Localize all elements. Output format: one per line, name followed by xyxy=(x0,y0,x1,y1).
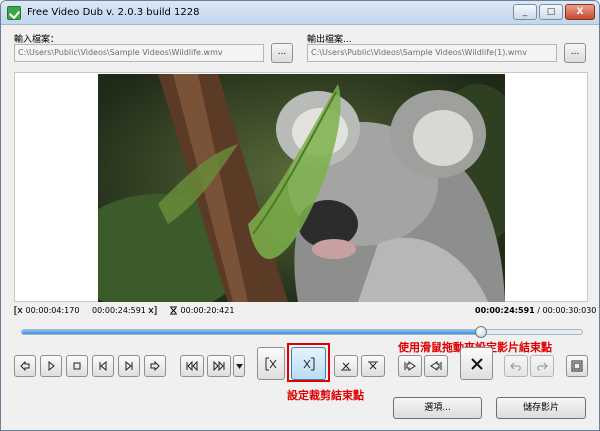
save-video-button[interactable]: 儲存影片 xyxy=(496,397,586,419)
title-bar: Free Video Dub v. 2.0.3 build 1228 _ □ X xyxy=(1,1,599,25)
fast-rewind-icon xyxy=(186,361,198,371)
fullscreen-icon xyxy=(571,360,583,372)
chevron-down-icon xyxy=(235,363,243,369)
end-point-readout: 00:00:24:591 xyxy=(92,305,157,316)
jump-end-icon xyxy=(430,361,442,371)
cut-length: 00:00:20:421 xyxy=(180,306,235,315)
start-point-readout: 00:00:04:170 xyxy=(14,305,80,316)
close-button[interactable]: X xyxy=(565,4,595,20)
cut-go-start-icon xyxy=(341,362,351,371)
start-time: 00:00:04:170 xyxy=(25,306,80,315)
set-start-point-button[interactable] xyxy=(257,347,285,380)
end-point-icon xyxy=(149,305,157,316)
start-point-icon xyxy=(14,305,23,316)
current-time: 00:00:24:591 xyxy=(475,306,535,315)
total-time: 00:00:30:030 xyxy=(542,306,597,315)
next-frame-button[interactable] xyxy=(144,355,166,377)
play-button[interactable] xyxy=(40,355,62,377)
koala-video-image xyxy=(98,74,505,302)
undo-icon xyxy=(510,362,521,371)
stop-button[interactable] xyxy=(66,355,88,377)
go-to-start-button[interactable] xyxy=(92,355,114,377)
stop-icon xyxy=(73,362,81,370)
video-frame-koala[interactable] xyxy=(98,74,505,302)
timeline-slider[interactable] xyxy=(21,326,583,338)
go-to-end-point-button[interactable] xyxy=(361,355,385,377)
delete-selection-button[interactable] xyxy=(460,347,493,380)
timeline-slider-thumb[interactable] xyxy=(475,326,488,338)
delete-x-icon xyxy=(470,357,483,370)
cut-length-readout: 00:00:20:421 xyxy=(169,306,234,315)
redo-icon xyxy=(537,362,548,371)
skip-start-icon xyxy=(99,361,107,371)
end-point-highlight-box xyxy=(287,343,330,382)
jump-to-start-point-button[interactable] xyxy=(398,355,422,377)
minimize-button[interactable]: _ xyxy=(513,4,537,20)
fullscreen-button[interactable] xyxy=(566,355,588,377)
previous-keyframe-button[interactable] xyxy=(180,355,204,377)
output-browse-button[interactable]: ... xyxy=(564,43,586,63)
jump-to-end-point-button[interactable] xyxy=(424,355,448,377)
app-logo-icon xyxy=(7,6,21,20)
input-browse-button[interactable]: ... xyxy=(271,43,293,63)
go-to-start-point-button[interactable] xyxy=(334,355,358,377)
keyframe-dropdown-button[interactable] xyxy=(233,355,245,377)
redo-button[interactable] xyxy=(530,355,554,377)
arrow-right-icon xyxy=(150,361,160,371)
timeline-progress-fill xyxy=(22,330,482,334)
maximize-button[interactable]: □ xyxy=(539,4,563,20)
next-keyframe-button[interactable] xyxy=(207,355,231,377)
undo-button[interactable] xyxy=(504,355,528,377)
end-time: 00:00:24:591 xyxy=(92,306,146,315)
position-readout: 00:00:24:591 / 00:00:30:030 xyxy=(475,306,596,315)
window-title: Free Video Dub v. 2.0.3 build 1228 xyxy=(27,7,200,18)
arrow-left-icon xyxy=(20,361,30,371)
app-window: Free Video Dub v. 2.0.3 build 1228 _ □ X… xyxy=(0,0,600,431)
end-point-annotation: 設定裁剪結束點 xyxy=(287,389,364,402)
cut-start-icon xyxy=(265,357,277,370)
jump-start-icon xyxy=(404,361,416,371)
options-button[interactable]: 選項... xyxy=(393,397,482,419)
time-separator: / xyxy=(537,306,540,315)
prev-frame-button[interactable] xyxy=(14,355,36,377)
video-preview-area xyxy=(14,72,588,302)
skip-end-icon xyxy=(125,361,133,371)
scissors-icon xyxy=(170,306,177,315)
go-to-end-button[interactable] xyxy=(118,355,140,377)
output-file-field[interactable]: C:\Users\Public\Videos\Sample Videos\Wil… xyxy=(307,44,557,62)
play-icon xyxy=(48,361,55,371)
fast-forward-icon xyxy=(213,361,225,371)
input-file-field[interactable]: C:\Users\Public\Videos\Sample Videos\Wil… xyxy=(14,44,264,62)
cut-go-end-icon xyxy=(368,361,378,370)
